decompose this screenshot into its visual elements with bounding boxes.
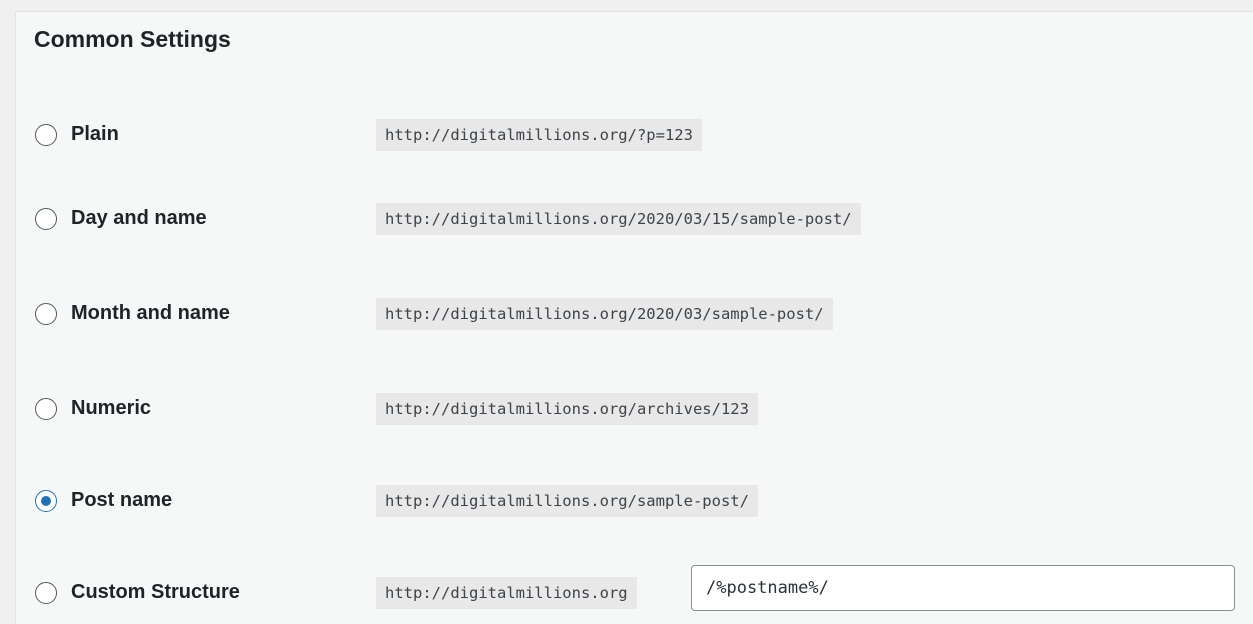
option-custom-structure[interactable]: Custom Structure http://digitalmillions.…: [16, 565, 1253, 614]
numeric-label[interactable]: Numeric: [71, 397, 151, 420]
option-plain[interactable]: Plain http://digitalmillions.org/?p=123: [16, 116, 1253, 156]
plain-radio[interactable]: [35, 124, 57, 146]
day-and-name-label[interactable]: Day and name: [71, 207, 207, 230]
post-name-label[interactable]: Post name: [71, 489, 172, 512]
post-name-example-url: http://digitalmillions.org/sample-post/: [376, 485, 758, 517]
custom-structure-input[interactable]: [691, 565, 1235, 611]
day-and-name-radio[interactable]: [35, 208, 57, 230]
month-and-name-radio[interactable]: [35, 303, 57, 325]
custom-structure-radio[interactable]: [35, 582, 57, 604]
option-post-name[interactable]: Post name http://digitalmillions.org/sam…: [16, 482, 1253, 522]
post-name-radio[interactable]: [35, 490, 57, 512]
plain-example-url: http://digitalmillions.org/?p=123: [376, 119, 702, 151]
numeric-example-url: http://digitalmillions.org/archives/123: [376, 393, 758, 425]
common-settings-panel: Common Settings Plain http://digitalmill…: [15, 11, 1253, 624]
numeric-radio[interactable]: [35, 398, 57, 420]
custom-structure-base-url: http://digitalmillions.org: [376, 577, 637, 609]
plain-label[interactable]: Plain: [71, 123, 119, 146]
option-numeric[interactable]: Numeric http://digitalmillions.org/archi…: [16, 390, 1253, 430]
option-month-and-name[interactable]: Month and name http://digitalmillions.or…: [16, 295, 1253, 335]
section-title: Common Settings: [34, 26, 231, 52]
option-day-and-name[interactable]: Day and name http://digitalmillions.org/…: [16, 200, 1253, 240]
month-and-name-label[interactable]: Month and name: [71, 302, 230, 325]
month-and-name-example-url: http://digitalmillions.org/2020/03/sampl…: [376, 298, 833, 330]
day-and-name-example-url: http://digitalmillions.org/2020/03/15/sa…: [376, 203, 861, 235]
custom-structure-label[interactable]: Custom Structure: [71, 581, 240, 604]
